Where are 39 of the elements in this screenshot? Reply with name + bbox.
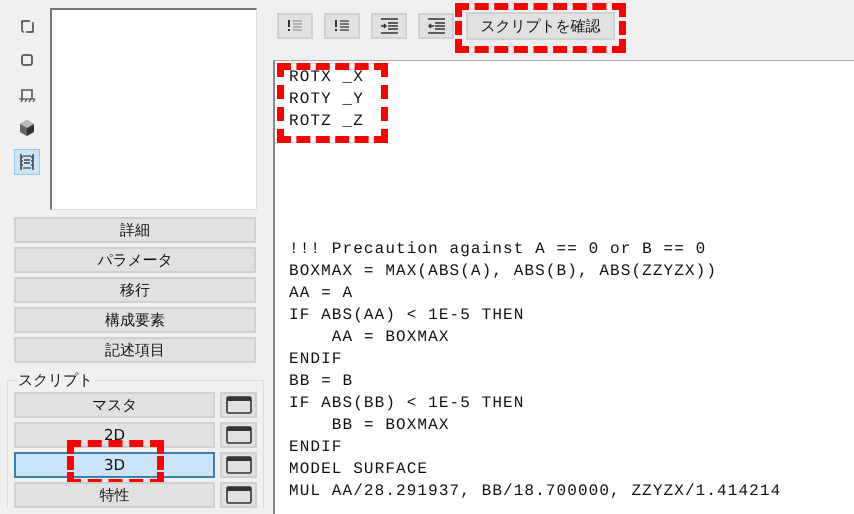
code-line: MODEL SURFACE [289,459,428,480]
code-line: MUL AA/28.291937, BB/18.700000, ZZYZX/1.414214 [289,481,782,502]
script-button[interactable]: 2D [14,422,215,448]
code-line: IF ABS(BB) < 1E-5 THEN [289,393,524,414]
window-button[interactable] [220,452,257,478]
window-icon [226,396,252,414]
uncomment-icon[interactable] [324,13,360,39]
code-line: ENDIF [289,437,343,458]
code-line: BOXMAX = MAX(ABS(A), ABS(B), ABS(ZZYZX)) [289,261,718,282]
window-button[interactable] [220,392,257,418]
film-icon[interactable] [14,149,40,175]
code-line: ENDIF [289,349,343,370]
code-line: ROTY _Y [289,89,364,110]
code-line: BB = B [289,371,354,392]
code-line: ROTX _X [289,67,364,88]
section-button[interactable]: 詳細 [14,217,256,243]
code-line: ROTZ _Z [289,111,364,132]
script-button[interactable]: 特性 [14,482,215,508]
window-button[interactable] [220,482,257,508]
code-line: !!! Precaution against A == 0 or B == 0 [289,239,706,260]
section-button[interactable]: 構成要素 [14,307,256,333]
window-button[interactable] [220,422,257,448]
code-line: AA = A [289,283,354,304]
code-line: BB = BOXMAX [330,415,450,436]
indent-icon[interactable] [371,13,407,39]
window-icon [226,486,252,504]
group-title: スクリプト [17,371,94,390]
code-line: AA = BOXMAX [330,327,450,348]
section-button[interactable]: パラメータ [14,247,256,273]
check-script-button[interactable]: スクリプトを確認 [466,12,615,40]
code-editor[interactable] [273,60,854,514]
window-icon [226,426,252,444]
outdent-icon[interactable] [418,13,454,39]
script-button[interactable]: 3D [14,452,215,478]
window-icon [226,456,252,474]
code-line: IF ABS(AA) < 1E-5 THEN [289,305,524,326]
section-button[interactable]: 記述項目 [14,337,256,363]
script-button[interactable]: マスタ [14,392,215,418]
section-button[interactable]: 移行 [14,277,256,303]
